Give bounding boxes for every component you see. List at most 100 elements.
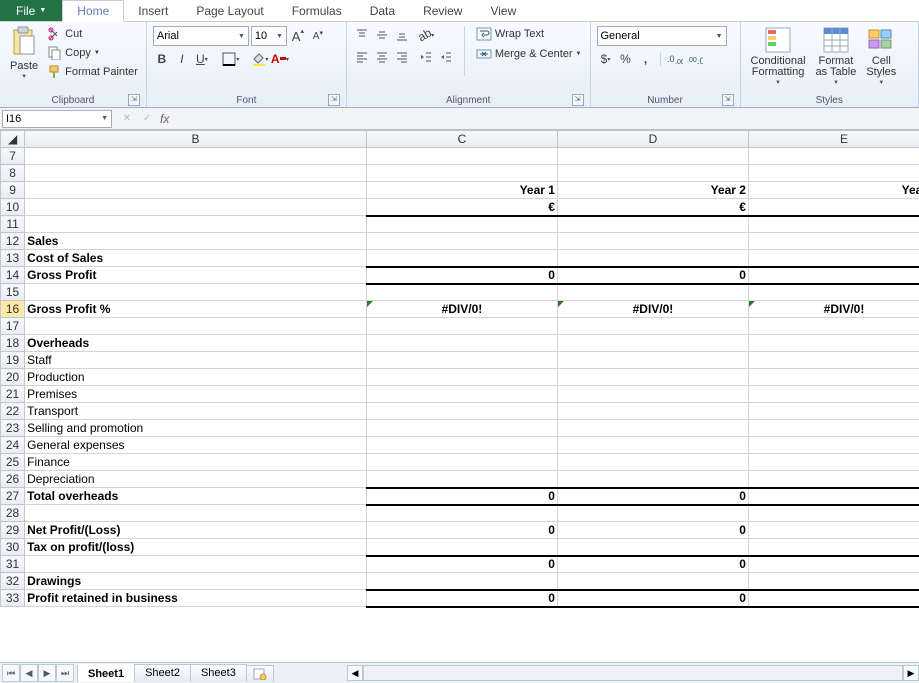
cell[interactable]: [748, 369, 919, 386]
cell-styles-button[interactable]: Cell Styles▼: [862, 24, 900, 88]
row-header[interactable]: 7: [1, 148, 25, 165]
row-header[interactable]: 30: [1, 539, 25, 556]
column-header-C[interactable]: C: [366, 131, 557, 148]
row-header[interactable]: 26: [1, 471, 25, 488]
cell[interactable]: [366, 335, 557, 352]
tab-home[interactable]: Home: [62, 0, 124, 22]
row-header[interactable]: 15: [1, 284, 25, 301]
cell[interactable]: €: [557, 199, 748, 216]
fx-icon[interactable]: fx: [160, 112, 169, 126]
row-header[interactable]: 16: [1, 301, 25, 318]
decrease-indent-button[interactable]: [417, 48, 435, 66]
cell[interactable]: [366, 369, 557, 386]
cell[interactable]: Drawings: [25, 573, 367, 590]
cell[interactable]: [366, 437, 557, 454]
cell[interactable]: [748, 165, 919, 182]
cell[interactable]: [366, 403, 557, 420]
row-header[interactable]: 14: [1, 267, 25, 284]
tab-page-layout[interactable]: Page Layout: [182, 0, 277, 21]
cell[interactable]: Gross Profit %: [25, 301, 367, 318]
row-header[interactable]: 24: [1, 437, 25, 454]
percent-format-button[interactable]: %: [617, 50, 635, 68]
align-top-button[interactable]: [353, 26, 371, 44]
cell[interactable]: [748, 216, 919, 233]
tab-insert[interactable]: Insert: [124, 0, 182, 21]
cell[interactable]: [748, 335, 919, 352]
row-header[interactable]: 28: [1, 505, 25, 522]
cell[interactable]: Profit retained in business: [25, 590, 367, 607]
cell[interactable]: [366, 216, 557, 233]
cell[interactable]: [557, 386, 748, 403]
cell[interactable]: Production: [25, 369, 367, 386]
row-header[interactable]: 9: [1, 182, 25, 199]
number-launcher[interactable]: ⇲: [722, 94, 734, 106]
fill-color-button[interactable]: ▾: [251, 50, 269, 68]
row-header[interactable]: 13: [1, 250, 25, 267]
cell[interactable]: [748, 420, 919, 437]
cell[interactable]: Year 2: [557, 182, 748, 199]
sheet-nav-prev[interactable]: ◀: [20, 664, 38, 682]
cell[interactable]: [748, 250, 919, 267]
cell[interactable]: [557, 165, 748, 182]
file-tab[interactable]: File ▼: [0, 0, 62, 21]
cell[interactable]: Net Profit/(Loss): [25, 522, 367, 539]
row-header[interactable]: 22: [1, 403, 25, 420]
cell[interactable]: [25, 216, 367, 233]
cell[interactable]: 0: [557, 590, 748, 607]
cell[interactable]: [557, 403, 748, 420]
increase-indent-button[interactable]: [437, 48, 455, 66]
tab-view[interactable]: View: [476, 0, 530, 21]
cell[interactable]: Transport: [25, 403, 367, 420]
cell[interactable]: 0: [366, 522, 557, 539]
cell[interactable]: [557, 335, 748, 352]
cell[interactable]: [557, 454, 748, 471]
cell[interactable]: Gross Profit: [25, 267, 367, 284]
clipboard-launcher[interactable]: ⇲: [128, 94, 140, 106]
sheet-tab-sheet1[interactable]: Sheet1: [77, 664, 135, 682]
column-header-D[interactable]: D: [557, 131, 748, 148]
cell[interactable]: [748, 437, 919, 454]
cell[interactable]: €: [748, 199, 919, 216]
row-header[interactable]: 11: [1, 216, 25, 233]
cell[interactable]: [366, 471, 557, 488]
cell[interactable]: [557, 216, 748, 233]
align-center-button[interactable]: [373, 48, 391, 66]
cell[interactable]: [557, 420, 748, 437]
underline-button[interactable]: U▾: [193, 50, 211, 68]
cell[interactable]: [25, 165, 367, 182]
conditional-formatting-button[interactable]: Conditional Formatting▼: [747, 24, 810, 88]
cell[interactable]: [25, 182, 367, 199]
grow-font-button[interactable]: A▴: [289, 27, 307, 45]
column-header-E[interactable]: E: [748, 131, 919, 148]
italic-button[interactable]: I: [173, 50, 191, 68]
cancel-formula-icon[interactable]: ✕: [120, 112, 134, 126]
cell[interactable]: [366, 250, 557, 267]
row-header[interactable]: 21: [1, 386, 25, 403]
cell[interactable]: Selling and promotion: [25, 420, 367, 437]
cell[interactable]: 0: [748, 590, 919, 607]
cell[interactable]: [557, 539, 748, 556]
cell[interactable]: €: [366, 199, 557, 216]
cell[interactable]: [557, 318, 748, 335]
bold-button[interactable]: B: [153, 50, 171, 68]
cell[interactable]: [366, 386, 557, 403]
align-middle-button[interactable]: [373, 26, 391, 44]
paste-button[interactable]: Paste ▼: [6, 24, 42, 82]
cell[interactable]: [748, 505, 919, 522]
select-all-corner[interactable]: ◢: [1, 131, 25, 148]
sheet-nav-last[interactable]: ⏭: [56, 664, 74, 682]
cell[interactable]: [366, 420, 557, 437]
comma-format-button[interactable]: ,: [637, 50, 655, 68]
cell[interactable]: 0: [557, 556, 748, 573]
format-painter-button[interactable]: Format Painter: [46, 64, 140, 80]
cell[interactable]: 0: [366, 488, 557, 505]
new-sheet-button[interactable]: [246, 665, 274, 682]
tab-data[interactable]: Data: [356, 0, 409, 21]
cell[interactable]: [748, 573, 919, 590]
row-header[interactable]: 29: [1, 522, 25, 539]
cell[interactable]: Tax on profit/(loss): [25, 539, 367, 556]
cell[interactable]: 0: [748, 267, 919, 284]
cell[interactable]: Year 3: [748, 182, 919, 199]
sheet-nav-first[interactable]: ⏮: [2, 664, 20, 682]
cell[interactable]: Depreciation: [25, 471, 367, 488]
